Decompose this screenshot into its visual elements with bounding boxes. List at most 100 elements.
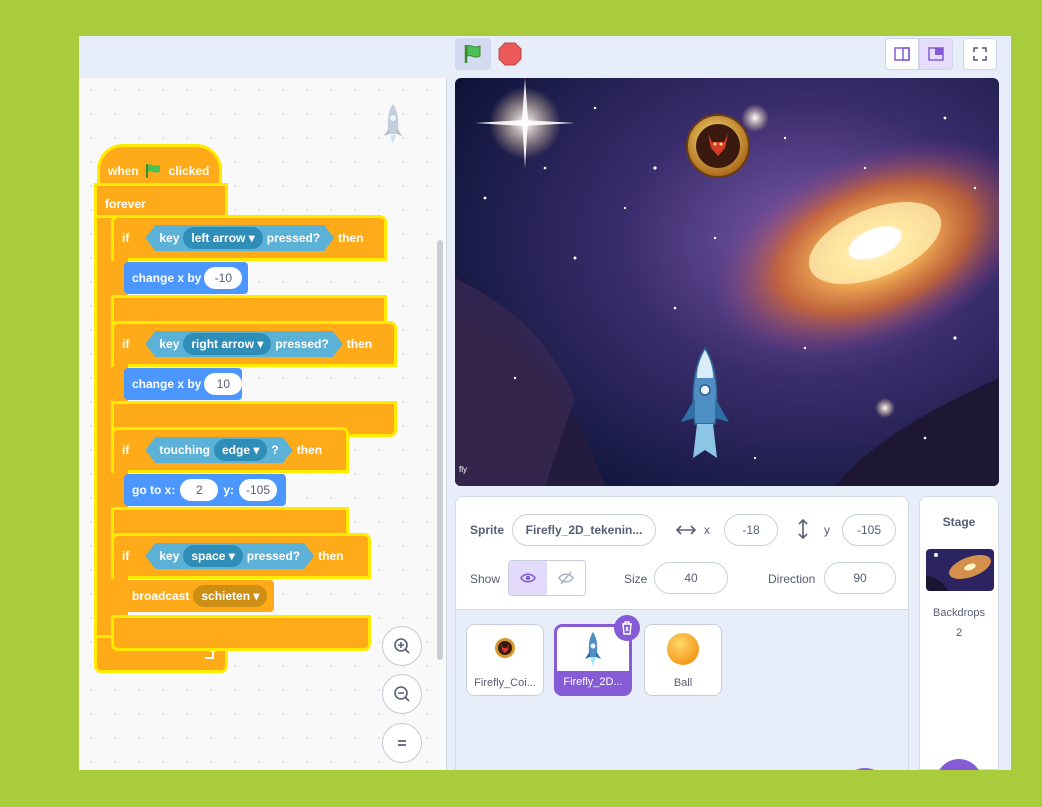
- question-label: ?: [271, 443, 279, 457]
- sprite-size-input[interactable]: 40: [654, 562, 728, 594]
- rocket-sprite-icon: [585, 632, 601, 666]
- delete-sprite-button[interactable]: [614, 615, 640, 641]
- key-dropdown[interactable]: left arrow ▾: [183, 227, 262, 249]
- forever-label: forever: [105, 197, 146, 211]
- key-option: space: [191, 549, 226, 563]
- sprite-x-input[interactable]: -18: [724, 514, 778, 546]
- coin-sprite[interactable]: [686, 114, 750, 178]
- touching-label: touching: [159, 443, 210, 457]
- green-flag-icon: [145, 164, 160, 178]
- if-left-arrow-block[interactable]: if key left arrow ▾ pressed? then: [114, 218, 384, 258]
- key-dropdown[interactable]: right arrow ▾: [183, 333, 271, 355]
- then-label: then: [346, 337, 373, 351]
- if-label: if: [122, 443, 130, 457]
- if-touching-edge-block[interactable]: if touching edge ▾ ? then: [114, 430, 346, 470]
- if-label: if: [122, 549, 130, 563]
- go-to-x-value[interactable]: 2: [180, 479, 219, 501]
- current-sprite-ghost-icon: [381, 102, 405, 151]
- stop-button[interactable]: [497, 40, 523, 68]
- size-label: Size: [624, 572, 648, 586]
- if-label: if: [122, 337, 130, 351]
- green-flag-button[interactable]: [455, 38, 491, 70]
- sprite-tile-coin[interactable]: Firefly_Coi...: [466, 624, 544, 696]
- stage-pane-title: Stage: [942, 515, 976, 529]
- stop-icon: [498, 42, 522, 66]
- then-label: then: [296, 443, 323, 457]
- sprite-direction-input[interactable]: 90: [824, 562, 896, 594]
- forever-block[interactable]: forever: [97, 186, 225, 222]
- key-pressed-sensing-block[interactable]: key left arrow ▾ pressed?: [145, 225, 334, 251]
- key-option: right arrow: [191, 337, 255, 351]
- change-x-label: change x by: [132, 271, 202, 285]
- add-sprite-button[interactable]: [842, 768, 888, 770]
- zoom-in-button[interactable]: [382, 626, 422, 666]
- dropdown-caret-icon: ▾: [254, 337, 264, 351]
- zoom-reset-button[interactable]: [382, 723, 422, 763]
- stage-corner-text: fly: [459, 465, 467, 474]
- broadcast-message-dropdown[interactable]: schieten ▾: [193, 585, 268, 607]
- stage-canvas[interactable]: fly: [455, 78, 999, 486]
- touching-option: edge: [222, 443, 251, 457]
- if-right-arrow-block[interactable]: if key right arrow ▾ pressed? then: [114, 324, 394, 364]
- key-option: left arrow: [191, 231, 246, 245]
- zoom-in-icon: [394, 638, 410, 654]
- y-label: y: [824, 523, 830, 537]
- equals-icon: [398, 740, 406, 746]
- hat-clicked-label: clicked: [168, 164, 210, 178]
- code-area[interactable]: when clicked forever if key left arrow ▾…: [79, 78, 447, 770]
- sprite-info-pane: Sprite Firefly_2D_tekenin... x -18 y -10…: [455, 496, 909, 770]
- sprite-tile-name: Ball: [673, 677, 693, 689]
- normal-stage-icon: [928, 47, 944, 61]
- normal-stage-button[interactable]: [919, 38, 953, 70]
- eye-hidden-icon: [558, 571, 574, 585]
- pressed-label: pressed?: [275, 337, 329, 351]
- sprite-name-input[interactable]: Firefly_2D_tekenin...: [512, 514, 656, 546]
- stage-selector-pane[interactable]: Stage Backdrops 2: [919, 496, 999, 770]
- show-visible-button[interactable]: [509, 561, 547, 595]
- stage-backdrop-thumbnail[interactable]: [926, 549, 994, 591]
- change-x-value[interactable]: -10: [204, 267, 243, 289]
- zoom-out-button[interactable]: [382, 674, 422, 714]
- change-x-block[interactable]: change x by 10: [124, 368, 243, 400]
- sprite-tile-ball[interactable]: Ball: [644, 624, 722, 696]
- change-x-value[interactable]: 10: [204, 373, 243, 395]
- then-label: then: [318, 549, 344, 563]
- key-pressed-sensing-block[interactable]: key right arrow ▾ pressed?: [145, 331, 342, 357]
- key-pressed-sensing-block[interactable]: key space ▾ pressed?: [145, 543, 314, 569]
- loop-arrow-icon: [205, 648, 216, 659]
- stage-controls-bar: [79, 36, 1011, 78]
- touching-sensing-block[interactable]: touching edge ▾ ?: [145, 437, 292, 463]
- small-stage-button[interactable]: [885, 38, 919, 70]
- green-flag-icon: [464, 45, 481, 63]
- code-area-scrollbar[interactable]: [437, 240, 443, 660]
- eye-icon: [520, 573, 536, 583]
- sprite-tile-rocket[interactable]: Firefly_2D...: [554, 615, 640, 696]
- small-stage-icon: [894, 47, 910, 61]
- go-to-xy-block[interactable]: go to x: 2 y: -105: [124, 474, 286, 506]
- add-backdrop-button[interactable]: [936, 759, 982, 770]
- backdrops-label: Backdrops: [933, 607, 985, 619]
- sprite-y-input[interactable]: -105: [842, 514, 896, 546]
- dropdown-caret-icon: ▾: [225, 549, 235, 563]
- if-block-footer: [114, 618, 368, 648]
- fullscreen-button[interactable]: [963, 38, 997, 70]
- change-x-block[interactable]: change x by -10: [124, 262, 248, 294]
- dropdown-caret-icon: ▾: [245, 231, 255, 245]
- key-dropdown[interactable]: space ▾: [183, 545, 242, 567]
- when-flag-clicked-block[interactable]: when clicked: [97, 144, 222, 190]
- sprite-tile-name: Firefly_2D...: [557, 671, 629, 693]
- go-to-y-value[interactable]: -105: [239, 479, 277, 501]
- touching-dropdown[interactable]: edge ▾: [214, 439, 267, 461]
- broadcast-message: schieten: [201, 589, 251, 603]
- key-label: key: [159, 337, 180, 351]
- show-label: Show: [470, 572, 501, 586]
- show-hidden-button[interactable]: [547, 561, 585, 595]
- key-label: key: [159, 231, 180, 245]
- broadcast-block[interactable]: broadcast schieten ▾: [124, 580, 274, 612]
- go-to-label: go to x:: [132, 483, 176, 497]
- ball-sprite-icon: [667, 633, 699, 665]
- if-space-block[interactable]: if key space ▾ pressed? then: [114, 536, 368, 576]
- trash-icon: [622, 621, 632, 635]
- scratch-editor: when clicked forever if key left arrow ▾…: [79, 36, 1011, 770]
- then-label: then: [338, 231, 364, 245]
